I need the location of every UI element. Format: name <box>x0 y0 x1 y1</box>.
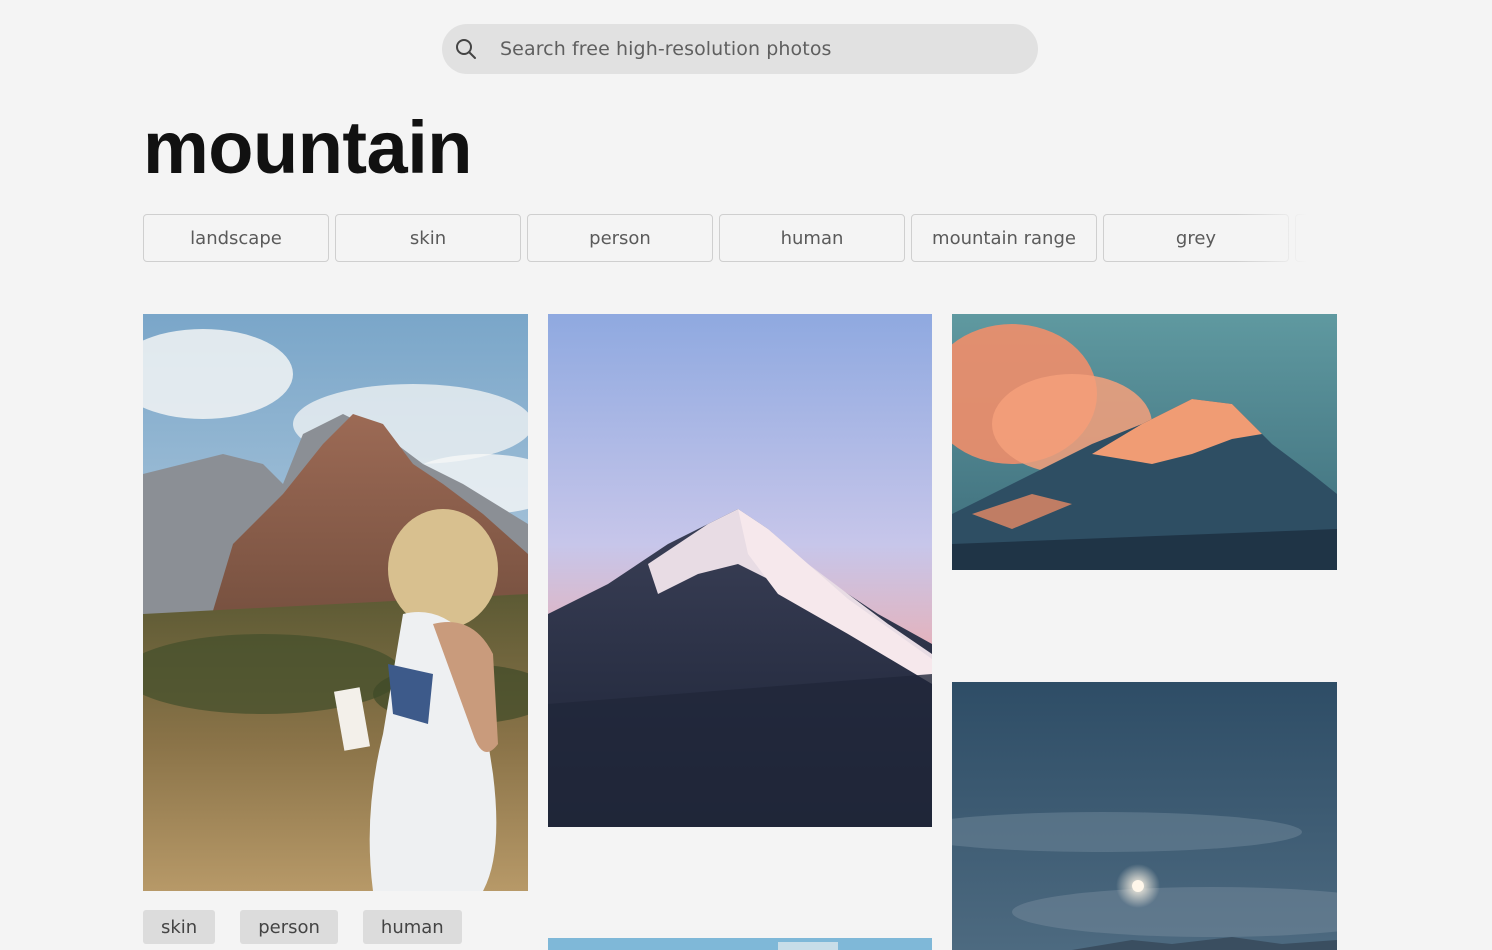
photo-partial-bottom[interactable] <box>548 938 932 950</box>
photo-tags: skin person human <box>143 910 462 944</box>
tag-person[interactable]: person <box>527 214 713 262</box>
search-input[interactable] <box>500 24 1020 74</box>
photo-tag-skin[interactable]: skin <box>143 910 216 944</box>
search-icon[interactable] <box>454 37 478 61</box>
related-tags-bar: landscape skin person human mountain ran… <box>143 214 1337 264</box>
tag-skin[interactable]: skin <box>335 214 521 262</box>
photo-tag-human[interactable]: human <box>362 910 462 944</box>
photo-night-sky[interactable] <box>952 682 1337 950</box>
tag-mountain-range[interactable]: mountain range <box>911 214 1097 262</box>
tag-partial[interactable] <box>1295 214 1337 262</box>
tag-landscape[interactable]: landscape <box>143 214 329 262</box>
tag-grey[interactable]: grey <box>1103 214 1289 262</box>
photo-sunlit-peak[interactable] <box>952 314 1337 570</box>
photo-tag-person[interactable]: person <box>240 910 338 944</box>
tag-human[interactable]: human <box>719 214 905 262</box>
photo-woman-canyon[interactable] <box>143 314 528 891</box>
page-title: mountain <box>143 106 472 189</box>
photo-snow-peak[interactable] <box>548 314 932 827</box>
search-bar[interactable] <box>442 24 1038 74</box>
